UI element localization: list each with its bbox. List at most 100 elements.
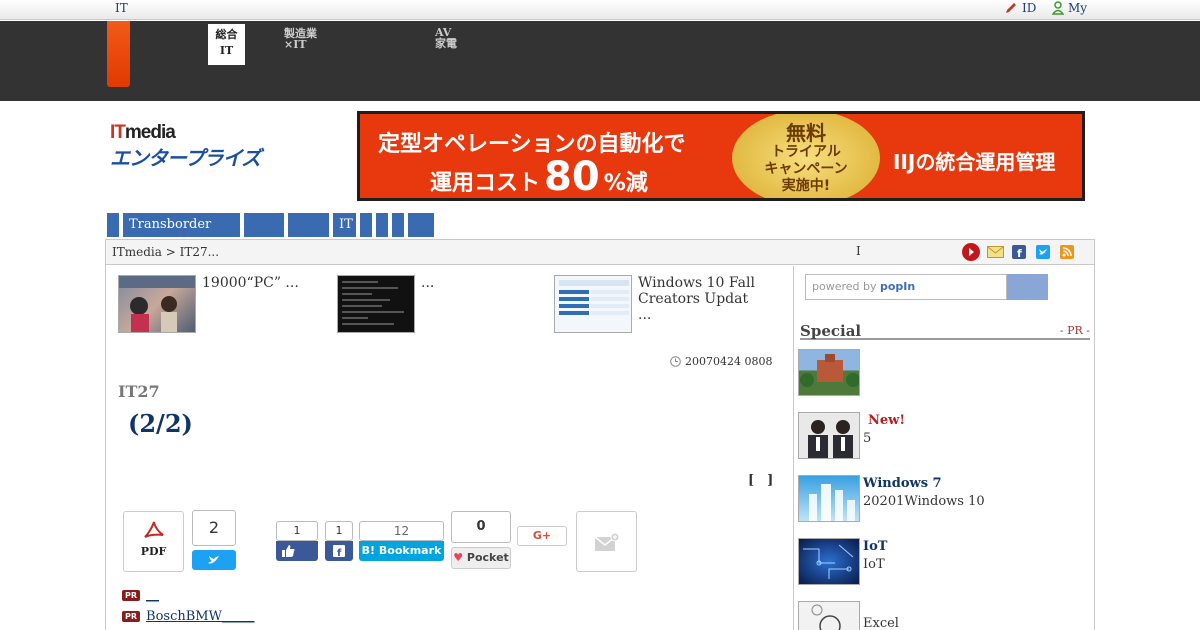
nav-item-general-line2: IT xyxy=(219,44,234,57)
pocket-icon: ♥ xyxy=(453,551,464,564)
mail-share-button[interactable] xyxy=(576,511,637,572)
nav-item-av-line2: 家電 xyxy=(435,37,457,50)
related-item[interactable]: ... xyxy=(337,275,434,333)
seal-line: 実施中! xyxy=(781,177,831,194)
like-button[interactable] xyxy=(276,541,318,561)
category-tab[interactable]: IT xyxy=(333,213,356,237)
category-tab[interactable]: Transborder xyxy=(123,213,240,237)
pocket-label: Pocket xyxy=(466,551,509,564)
user-icon xyxy=(1052,1,1064,15)
top-strip: IT ID My xyxy=(0,0,1200,20)
special-text: New! 5 xyxy=(863,412,905,448)
facebook-share-button[interactable]: f xyxy=(325,541,353,561)
pdf-button[interactable]: PDF xyxy=(123,511,184,572)
banner-line2-big: 80 xyxy=(544,154,600,200)
category-tab[interactable] xyxy=(288,213,329,237)
svg-text:f: f xyxy=(1017,247,1022,259)
category-tab[interactable] xyxy=(408,213,434,237)
pr-link[interactable]: PR __ xyxy=(122,588,159,603)
banner-line2-post: %減 xyxy=(603,171,648,196)
related-title: ... xyxy=(421,275,435,291)
thumbs-up-icon xyxy=(282,545,295,557)
special-body: IoT xyxy=(863,557,885,572)
related-thumbnail xyxy=(118,275,196,333)
article-kicker: IT27 xyxy=(118,382,160,401)
publish-date: 20070424 0808 xyxy=(670,355,772,368)
pocket-count: 0 xyxy=(451,511,511,543)
category-tab[interactable] xyxy=(360,213,372,237)
next-arrow-icon[interactable] xyxy=(962,243,980,261)
facebook-icon[interactable]: f xyxy=(1010,243,1028,261)
special-title: Special xyxy=(800,322,862,340)
related-thumbnail xyxy=(554,275,632,333)
special-headline: Windows 7 xyxy=(863,476,942,491)
search-input[interactable]: powered by popIn xyxy=(805,274,1007,300)
tweet-button[interactable] xyxy=(192,550,236,570)
new-badge: New! xyxy=(868,413,906,428)
my-link[interactable]: My xyxy=(1052,1,1087,15)
special-thumbnail xyxy=(798,538,860,585)
mail-icon[interactable] xyxy=(986,243,1004,261)
my-link-label: My xyxy=(1068,1,1088,15)
breadcrumb-mark: I xyxy=(856,244,861,258)
search-brand: popIn xyxy=(880,280,916,293)
special-pr-label: - PR - xyxy=(1059,324,1090,337)
pocket-button[interactable]: ♥ Pocket xyxy=(451,547,511,569)
id-link[interactable]: ID xyxy=(1004,1,1036,15)
related-thumbnail xyxy=(337,275,415,333)
site-logo[interactable]: ITmedia エンタープライズ xyxy=(110,122,261,171)
category-tab[interactable] xyxy=(376,213,388,237)
related-item[interactable]: 19000“PC” ... xyxy=(118,275,299,333)
rss-icon[interactable] xyxy=(1058,243,1076,261)
special-body: Excel xyxy=(863,616,899,630)
header-share-icons: f xyxy=(962,243,1076,261)
related-item[interactable]: Windows 10 Fall Creators Updat ... xyxy=(554,275,756,333)
breadcrumb[interactable]: ITmedia > IT27... xyxy=(112,245,219,259)
pr-link-text: __ xyxy=(146,588,160,603)
mail-plus-icon xyxy=(594,532,619,551)
related-title: 19000“PC” ... xyxy=(202,275,299,291)
pdf-icon xyxy=(143,521,164,538)
related-title: Windows 10 Fall Creators Updat ... xyxy=(638,275,755,323)
nav-item-general[interactable]: 総合 IT xyxy=(208,24,245,65)
banner-ad[interactable]: 定型オペレーションの自動化で 運用コスト 80 %減 無料 トライアル キャンペ… xyxy=(357,111,1085,201)
pr-link[interactable]: PR BoschBMW_____ xyxy=(122,609,254,624)
publish-date-text: 20070424 0808 xyxy=(685,355,773,368)
pr-tag: PR xyxy=(122,611,141,622)
special-thumbnail xyxy=(798,349,860,396)
nav-item-manufacturing[interactable]: 製造業 ×IT xyxy=(284,28,317,50)
twitter-icon[interactable] xyxy=(1034,243,1052,261)
nav-item-av[interactable]: AV 家電 xyxy=(435,27,457,49)
category-tab[interactable] xyxy=(244,213,284,237)
category-tab[interactable] xyxy=(392,213,404,237)
seal-line: 無料 xyxy=(786,120,826,145)
seal-line: トライアル xyxy=(771,143,841,160)
nav-item-manufacturing-line2: ×IT xyxy=(284,38,307,51)
special-headline: IoT xyxy=(863,539,888,554)
special-thumbnail xyxy=(798,412,860,459)
brand-tab[interactable] xyxy=(107,21,130,87)
hatena-bookmark-button[interactable]: B! Bookmark xyxy=(359,541,444,561)
special-text: Excel xyxy=(863,615,899,630)
special-body: 5 xyxy=(863,431,872,446)
like-count: 1 xyxy=(276,521,318,541)
special-header: Special - PR - xyxy=(800,321,1090,340)
main-content: ITmedia > IT27... I f 19000“PC” ... ... xyxy=(105,239,1095,630)
logo-enterprise: エンタープライズ xyxy=(110,146,261,170)
article-headline: (2/2) xyxy=(128,409,193,438)
id-link-label: ID xyxy=(1022,1,1037,15)
tweet-count: 2 xyxy=(192,510,236,546)
search-button[interactable] xyxy=(1007,274,1048,300)
special-body: 20201Windows 10 xyxy=(863,494,985,509)
banner-line2-pre: 運用コスト xyxy=(430,171,541,196)
hatena-count: 12 xyxy=(359,521,444,541)
special-thumbnail xyxy=(798,475,860,522)
category-tab[interactable] xyxy=(107,213,119,237)
facebook-share-count: 1 xyxy=(325,521,353,541)
site-label[interactable]: IT xyxy=(115,1,128,15)
global-nav: 総合 IT 製造業 ×IT AV 家電 xyxy=(0,21,1200,101)
pr-tag: PR xyxy=(122,590,141,601)
category-tabs: Transborder IT xyxy=(107,213,434,237)
google-plus-button[interactable]: G+ xyxy=(517,526,567,546)
banner-right-text: IIJの統合運用管理 xyxy=(893,150,1056,174)
